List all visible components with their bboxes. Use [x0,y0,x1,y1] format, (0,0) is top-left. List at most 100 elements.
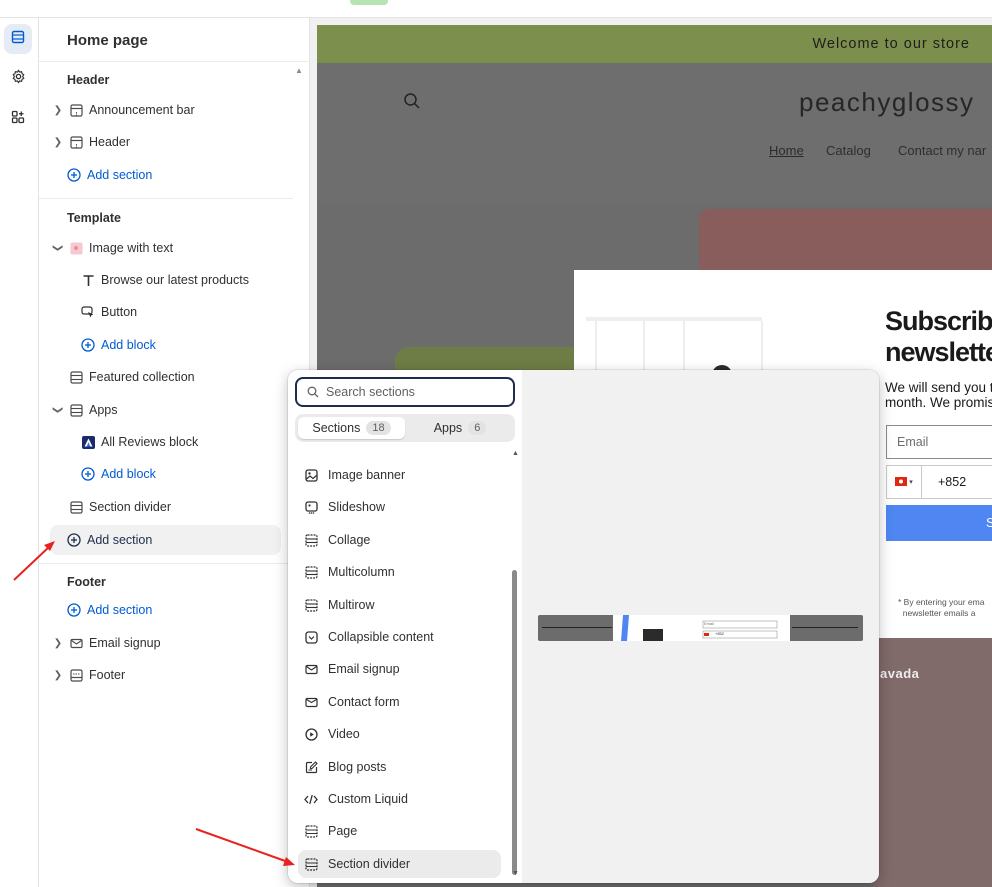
section-header-icon [69,103,83,117]
section-featured-collection[interactable]: Featured collection [51,364,281,390]
picker-item-page[interactable]: Page [298,817,501,845]
divider [39,563,293,564]
add-section-footer[interactable]: Add section [67,597,297,623]
picker-item-section-divider[interactable]: Section divider [298,850,501,878]
picker-item-label: Multicolumn [328,565,395,579]
picker-item-label: Collapsible content [328,630,434,644]
tab-sections[interactable]: Sections 18 [298,417,405,439]
picker-item-slideshow[interactable]: Slideshow [298,493,501,521]
add-section-header[interactable]: Add section [67,162,297,188]
scroll-up-arrow[interactable]: ▲ [295,66,303,75]
popup-subscribe-button[interactable]: S [886,505,992,541]
add-section-label: Add section [87,168,153,182]
nav-home[interactable]: Home [769,143,804,158]
settings-rail-button[interactable] [4,64,32,94]
picker-item-multicolumn[interactable]: Multicolumn [298,558,501,586]
picker-item-video[interactable]: Video [298,720,501,748]
tab-apps[interactable]: Apps 6 [408,417,512,439]
tab-label: Apps [433,421,463,435]
add-section-template[interactable]: Add section [50,525,281,555]
chevron-placeholder [51,370,65,384]
section-header-icon [69,135,83,149]
picker-item-contact-form[interactable]: Contact form [298,688,501,716]
email-icon [304,662,318,676]
section-image-with-text[interactable]: ❯ Image with text [51,235,281,261]
country-code-select[interactable]: ▾ [886,465,922,499]
chevron-right-icon[interactable]: ❯ [51,135,65,149]
announcement-bar-preview[interactable]: Welcome to our store [317,25,992,63]
scroll-up-arrow[interactable]: ▲ [512,450,519,457]
search-icon [307,386,319,398]
search-sections-input[interactable]: Search sections [295,377,515,407]
apps-rail-button[interactable] [4,104,32,134]
add-section-picker: Email +852 Search sections Sections 18 Ap… [288,370,879,883]
picker-scrollbar[interactable] [512,570,517,875]
group-header-label: Header [67,73,110,87]
plus-circle-icon [67,168,81,182]
picker-item-multirow[interactable]: Multirow [298,591,501,619]
search-icon[interactable] [403,92,421,115]
caret-down-icon: ▾ [909,479,913,486]
section-footer[interactable]: ❯ Footer [51,662,281,688]
email-icon [69,636,83,650]
status-pill [350,0,388,5]
nav-contact[interactable]: Contact my nar [898,143,986,158]
popup-disclaimer: * By entering your ema newsletter emails… [898,597,985,618]
popup-email-field[interactable]: Email [886,425,992,459]
picker-item-label: Image banner [328,468,406,482]
chevron-down-icon[interactable]: ❯ [51,241,65,255]
picker-item-collage[interactable]: Collage [298,526,501,554]
section-icon [304,565,318,579]
section-apps[interactable]: ❯ Apps [51,397,281,423]
chevron-down-icon[interactable]: ❯ [51,403,65,417]
divider [39,61,310,62]
popup-title: Subscribenewslette [885,306,992,367]
picker-item-label: Blog posts [328,760,387,774]
picker-item-label: Page [328,824,358,838]
block-label: Button [101,305,138,319]
sections-rail-button[interactable] [4,24,32,54]
section-section-divider[interactable]: Section divider [51,494,281,520]
text-icon [81,273,95,287]
section-header[interactable]: ❯ Header [51,129,281,155]
block-all-reviews[interactable]: All Reviews block [81,429,311,455]
add-block-image-with-text[interactable]: Add block [81,332,311,358]
section-icon [304,824,318,838]
popup-description: We will send you t month. We promis [885,380,992,410]
apps-icon [11,110,25,129]
store-header-preview [317,63,992,203]
count-badge: 18 [366,421,391,435]
picker-item-label: Multirow [328,598,375,612]
chevron-placeholder [51,500,65,514]
picker-item-custom-liquid[interactable]: Custom Liquid [298,785,501,813]
section-email-signup[interactable]: ❯ Email signup [51,630,281,656]
gear-icon [11,69,26,89]
add-block-label: Add block [101,338,156,352]
picker-item-collapsible-content[interactable]: Collapsible content [298,623,501,651]
picker-tabs: Sections 18 Apps 6 [295,414,515,442]
add-block-apps[interactable]: Add block [81,461,311,487]
store-logo-text[interactable]: peachyglossy [799,87,975,118]
announcement-text: Welcome to our store [812,36,970,52]
popup-phone-field[interactable]: +852 [922,465,992,499]
picker-item-email-signup[interactable]: Email signup [298,655,501,683]
nav-catalog[interactable]: Catalog [826,143,871,158]
picker-item-blog-posts[interactable]: Blog posts [298,753,501,781]
block-heading[interactable]: Browse our latest products [81,267,311,293]
picker-item-image-banner[interactable]: Image banner [298,461,501,489]
block-button[interactable]: Button [81,299,311,325]
section-announcement-bar[interactable]: ❯ Announcement bar [51,97,281,123]
sections-panel: Home page ▲ Header ❯ Announcement bar ❯ … [39,18,310,887]
avada-watermark: avada [880,666,920,681]
collapsible-icon [304,630,318,644]
chevron-right-icon[interactable]: ❯ [51,636,65,650]
scroll-down-arrow[interactable]: ▼ [512,870,519,877]
picker-item-label: Collage [328,533,371,547]
section-label: Image with text [89,241,174,255]
chevron-right-icon[interactable]: ❯ [51,103,65,117]
all-reviews-logo-icon [81,435,95,449]
chevron-right-icon[interactable]: ❯ [51,668,65,682]
picker-item-label: Slideshow [328,500,385,514]
section-icon [69,370,83,384]
code-icon [304,792,318,806]
